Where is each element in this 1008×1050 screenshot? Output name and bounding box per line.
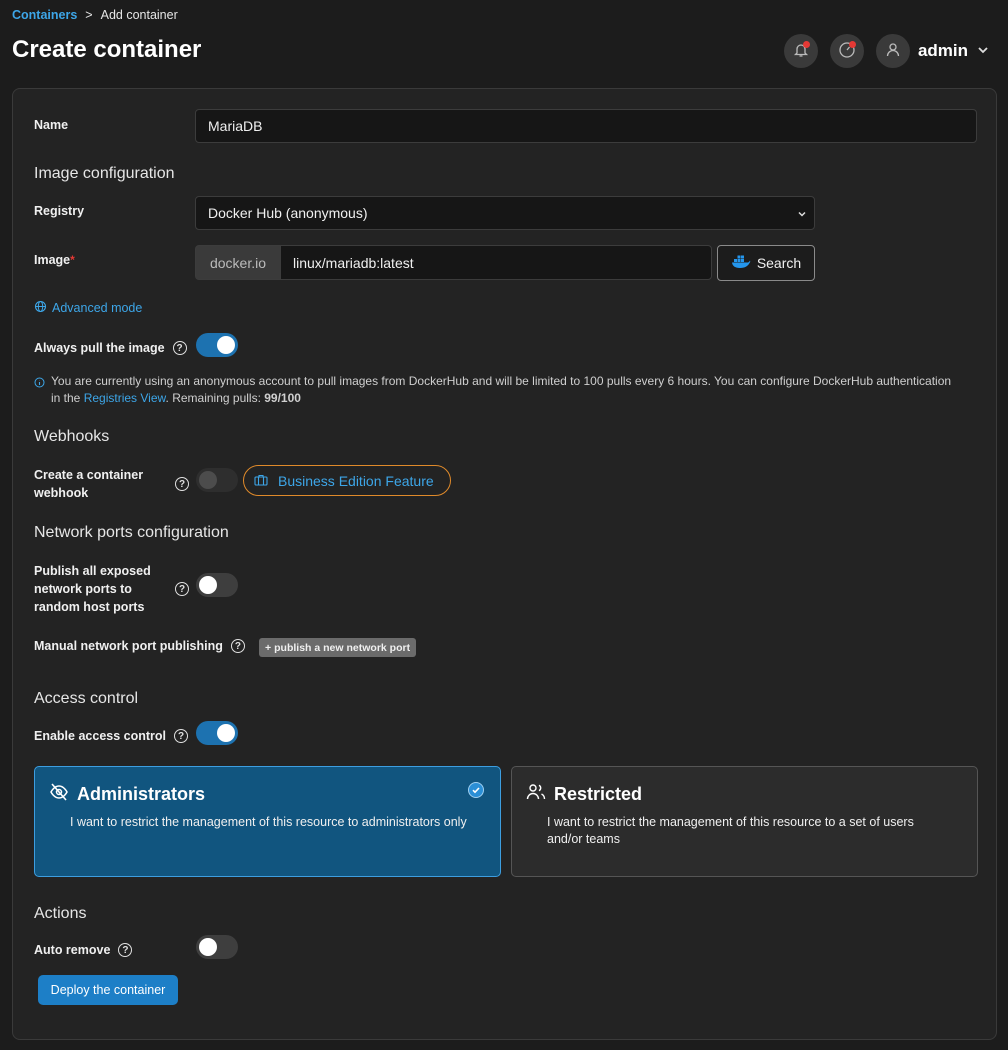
name-input[interactable]: MariaDB: [195, 109, 977, 143]
help-icon[interactable]: ?: [230, 639, 245, 653]
publish-all-label: Publish all exposed network ports to ran…: [34, 562, 151, 616]
chevron-down-icon: [796, 207, 808, 223]
publish-all-label-line-2: network ports to: [34, 582, 132, 596]
registry-value: Docker Hub (anonymous): [208, 205, 368, 221]
toggle-knob: [199, 576, 217, 594]
webhook-toggle: [196, 468, 238, 492]
avatar: [875, 34, 910, 68]
manual-publishing-row: Manual network port publishing ?: [34, 639, 245, 653]
check-icon: [468, 782, 484, 798]
image-configuration-heading: Image configuration: [34, 165, 175, 182]
always-pull-label: Always pull the image: [34, 341, 165, 355]
deploy-container-button[interactable]: Deploy the container: [38, 975, 178, 1005]
image-input[interactable]: linux/mariadb:latest: [280, 245, 712, 280]
registry-label: Registry: [34, 204, 85, 218]
breadcrumb: Containers > Add container: [12, 8, 178, 22]
create-container-form: Name MariaDB Image configuration Registr…: [12, 88, 997, 1040]
publish-new-port-button[interactable]: + publish a new network port: [259, 638, 417, 657]
actions-heading: Actions: [34, 905, 87, 922]
breadcrumb-separator: >: [85, 8, 93, 22]
chevron-down-icon: [976, 43, 990, 60]
breadcrumb-containers-link[interactable]: Containers: [12, 8, 77, 22]
toggle-knob: [217, 336, 235, 354]
breadcrumb-current: Add container: [100, 8, 178, 22]
page-title: Create container: [12, 36, 202, 63]
always-pull-row: Always pull the image ?: [34, 341, 187, 355]
remaining-pulls: 99/100: [264, 391, 301, 405]
image-registry-prefix: docker.io: [195, 245, 281, 280]
business-edition-badge[interactable]: Business Edition Feature: [243, 465, 451, 496]
publish-new-port-label: publish a new network port: [274, 641, 411, 654]
notifications-button[interactable]: [783, 34, 818, 68]
help-icon[interactable]: ?: [174, 729, 189, 743]
info-text-middle: . Remaining pulls:: [165, 391, 265, 405]
username: admin: [917, 41, 968, 60]
auto-remove-toggle[interactable]: [196, 935, 238, 959]
toggle-knob: [217, 724, 235, 742]
toggle-knob: [199, 938, 217, 956]
restricted-description-line-2: and/or teams: [547, 832, 620, 846]
webhook-label-line-1: Create a container: [34, 468, 144, 482]
name-label: Name: [34, 118, 69, 132]
restricted-option-card[interactable]: Restricted I want to restrict the manage…: [511, 766, 978, 877]
network-ports-heading: Network ports configuration: [34, 524, 229, 541]
publish-all-label-line-1: Publish all exposed: [34, 564, 151, 578]
publish-all-label-line-3: random host ports: [34, 600, 145, 614]
enable-access-row: Enable access control ?: [34, 729, 189, 743]
administrators-title: Administrators: [77, 784, 206, 804]
enable-access-toggle[interactable]: [196, 721, 238, 745]
plus-icon: +: [265, 641, 272, 654]
restricted-title: Restricted: [554, 784, 643, 804]
info-icon: [34, 376, 45, 393]
webhook-label-line-2: webhook: [34, 486, 89, 500]
dockerhub-info-message: You are currently using an anonymous acc…: [34, 373, 954, 407]
access-control-heading: Access control: [34, 690, 139, 707]
eye-off-icon: [49, 783, 69, 804]
restricted-description: I want to restrict the management of thi…: [547, 814, 914, 848]
publish-all-toggle[interactable]: [196, 573, 238, 597]
advanced-mode-link[interactable]: Advanced mode: [34, 300, 142, 316]
advanced-mode-label: Advanced mode: [52, 301, 143, 315]
globe-icon: [34, 300, 47, 316]
help-icon[interactable]: ?: [118, 943, 133, 957]
always-pull-toggle[interactable]: [196, 333, 238, 357]
header-actions: admin: [783, 34, 990, 68]
notification-dot: [802, 41, 810, 48]
docker-icon: [731, 255, 751, 272]
auto-remove-label: Auto remove: [34, 943, 111, 957]
administrators-description: I want to restrict the management of thi…: [70, 815, 467, 829]
manual-publishing-label: Manual network port publishing: [34, 639, 223, 653]
help-icon[interactable]: ?: [175, 477, 189, 491]
registry-select[interactable]: Docker Hub (anonymous): [195, 196, 815, 230]
help-dot: [848, 41, 856, 48]
registries-view-link[interactable]: Registries View: [84, 391, 166, 405]
search-button-label: Search: [756, 255, 802, 271]
name-row: Name: [34, 118, 68, 132]
auto-remove-row: Auto remove ?: [34, 943, 133, 957]
registry-row: Registry: [34, 204, 84, 218]
required-marker: *: [70, 253, 75, 267]
briefcase-icon: [254, 473, 268, 489]
image-row: Image *: [34, 253, 75, 267]
users-icon: [526, 783, 546, 804]
webhook-label: Create a container webhook: [34, 466, 143, 502]
enable-access-label: Enable access control: [34, 729, 167, 743]
image-label: Image: [34, 253, 71, 267]
search-image-button[interactable]: Search: [717, 245, 815, 281]
webhooks-heading: Webhooks: [34, 428, 110, 445]
help-center-button[interactable]: [829, 34, 864, 68]
administrators-option-card[interactable]: Administrators I want to restrict the ma…: [34, 766, 501, 877]
help-icon[interactable]: ?: [175, 582, 189, 596]
business-edition-label: Business Edition Feature: [278, 472, 434, 489]
toggle-knob: [199, 471, 217, 489]
user-menu[interactable]: admin: [875, 34, 990, 68]
user-icon: [885, 42, 901, 61]
restricted-description-line-1: I want to restrict the management of thi…: [547, 815, 914, 829]
help-icon[interactable]: ?: [172, 341, 187, 355]
